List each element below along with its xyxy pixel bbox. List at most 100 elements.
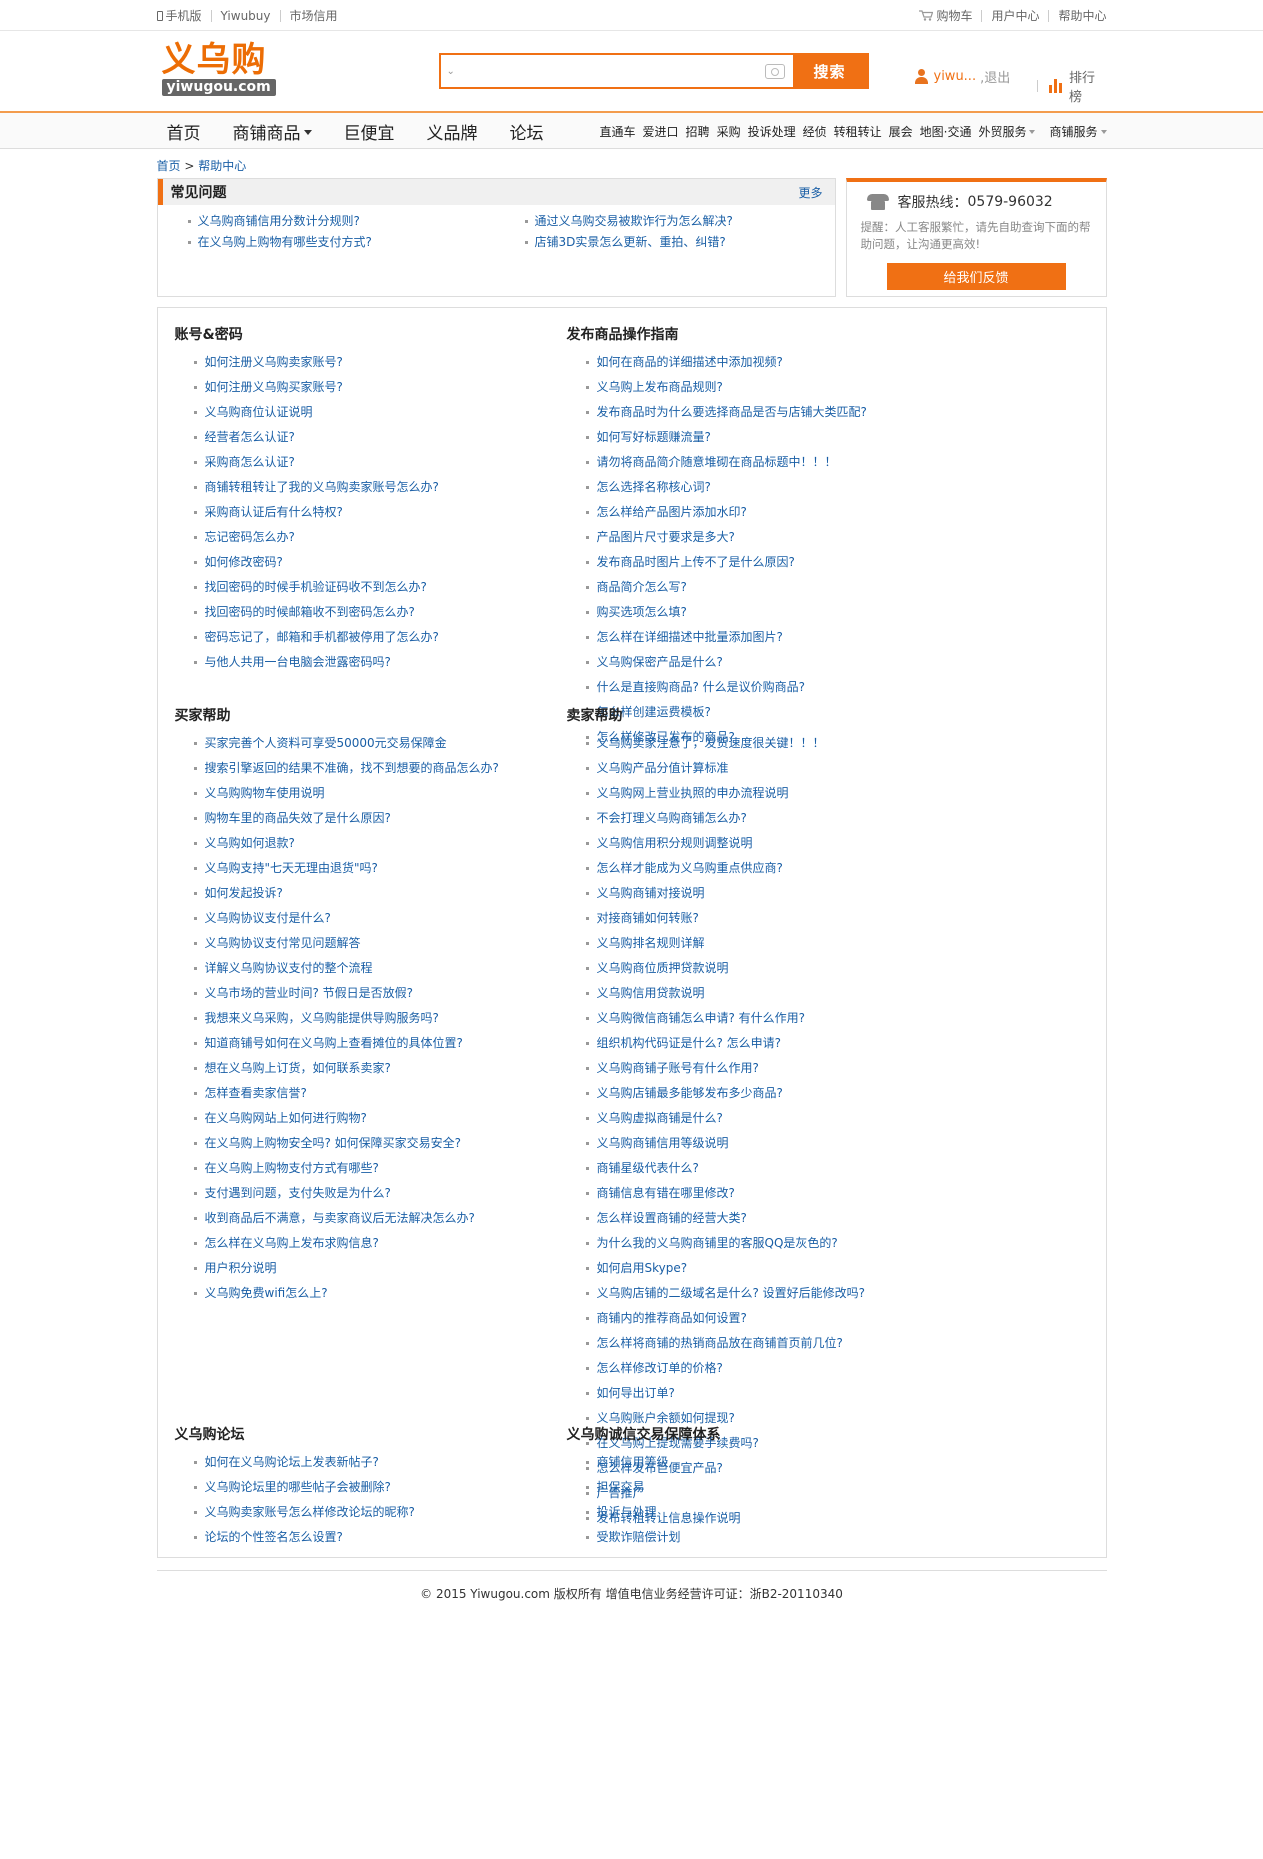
help-link[interactable]: 如何在义乌购论坛上发表新帖子? bbox=[193, 1450, 415, 1475]
help-link[interactable]: 义乌购卖家注意了，发货速度很关键！！！ bbox=[585, 731, 866, 756]
help-link[interactable]: 怎么样设置商铺的经营大类? bbox=[585, 1206, 866, 1231]
help-link[interactable]: 如何修改密码? bbox=[193, 550, 439, 575]
subnav-item[interactable]: 展会 bbox=[889, 123, 913, 140]
help-link[interactable]: 如何导出订单? bbox=[585, 1381, 866, 1406]
help-link[interactable]: 密码忘记了，邮箱和手机都被停用了怎么办? bbox=[193, 625, 439, 650]
help-link[interactable]: 详解义乌购协议支付的整个流程 bbox=[193, 956, 499, 981]
help-link[interactable]: 用户积分说明 bbox=[193, 1256, 499, 1281]
help-link[interactable]: 如何注册义乌购卖家账号? bbox=[193, 350, 439, 375]
help-link[interactable]: 义乌购商铺对接说明 bbox=[585, 881, 866, 906]
subnav-item[interactable]: 投诉处理 bbox=[748, 123, 796, 140]
help-link[interactable]: 什么是直接购商品? 什么是议价购商品? bbox=[585, 675, 867, 700]
subnav-item[interactable]: 爱进口 bbox=[643, 123, 679, 140]
subnav-item[interactable]: 地图·交通 bbox=[920, 123, 972, 140]
help-link[interactable]: 义乌购上发布商品规则? bbox=[585, 375, 867, 400]
breadcrumb-current[interactable]: 帮助中心 bbox=[198, 159, 246, 173]
help-link[interactable]: 义乌购网上营业执照的申办流程说明 bbox=[585, 781, 866, 806]
logout-link[interactable]: ,退出 bbox=[980, 67, 1010, 86]
help-link[interactable]: 担保交易 bbox=[585, 1475, 721, 1500]
help-link[interactable]: 怎么样修改订单的价格? bbox=[585, 1356, 866, 1381]
help-link[interactable]: 经营者怎么认证? bbox=[193, 425, 439, 450]
help-link[interactable]: 义乌购信用贷款说明 bbox=[585, 981, 866, 1006]
help-link[interactable]: 义乌购信用积分规则调整说明 bbox=[585, 831, 866, 856]
nav-cheap[interactable]: 巨便宜 bbox=[334, 119, 395, 144]
help-link[interactable]: 义乌购免费wifi怎么上? bbox=[193, 1281, 499, 1306]
ranking-link[interactable]: 排行榜 bbox=[1036, 67, 1107, 105]
help-link[interactable]: 在义乌购上购物支付方式有哪些? bbox=[193, 1156, 499, 1181]
help-link[interactable]: 义乌购产品分值计算标准 bbox=[585, 756, 866, 781]
market-credit-link[interactable]: 市场信用 bbox=[290, 7, 338, 24]
help-link[interactable]: 义乌购微信商铺怎么申请? 有什么作用? bbox=[585, 1006, 866, 1031]
subnav-item[interactable]: 经侦 bbox=[803, 123, 827, 140]
help-link[interactable]: 组织机构代码证是什么? 怎么申请? bbox=[585, 1031, 866, 1056]
help-link[interactable]: 商铺内的推荐商品如何设置? bbox=[585, 1306, 866, 1331]
camera-icon[interactable] bbox=[764, 63, 785, 79]
help-link[interactable]: 义乌购论坛里的哪些帖子会被删除? bbox=[193, 1475, 415, 1500]
help-link[interactable]: 商铺信息有错在哪里修改? bbox=[585, 1181, 866, 1206]
help-link[interactable]: 在义乌购网站上如何进行购物? bbox=[193, 1106, 499, 1131]
help-link[interactable]: 投诉与处理 bbox=[585, 1500, 721, 1525]
faq-item[interactable]: 在义乌购上购物有哪些支付方式? bbox=[187, 232, 525, 253]
faq-more-link[interactable]: 更多 bbox=[798, 184, 822, 201]
help-link[interactable]: 发布商品时图片上传不了是什么原因? bbox=[585, 550, 867, 575]
subnav-item[interactable]: 招聘 bbox=[686, 123, 710, 140]
help-link[interactable]: 收到商品后不满意，与卖家商议后无法解决怎么办? bbox=[193, 1206, 499, 1231]
help-link[interactable]: 为什么我的义乌购商铺里的客服QQ是灰色的? bbox=[585, 1231, 866, 1256]
help-link[interactable]: 义乌购商位认证说明 bbox=[193, 400, 439, 425]
help-link[interactable]: 如何写好标题赚流量? bbox=[585, 425, 867, 450]
faq-item[interactable]: 店铺3D实景怎么更新、重拍、纠错? bbox=[524, 232, 855, 253]
help-link[interactable]: 商铺信用等级 bbox=[585, 1450, 721, 1475]
faq-item[interactable]: 义乌购商铺信用分数计分规则? bbox=[187, 211, 525, 232]
search-button[interactable]: 搜索 bbox=[792, 55, 867, 87]
site-logo[interactable]: 义乌购 yiwugou.com bbox=[161, 40, 282, 100]
help-link[interactable]: 义乌购商铺信用等级说明 bbox=[585, 1131, 866, 1156]
help-link[interactable]: 怎么选择名称核心词? bbox=[585, 475, 867, 500]
help-link[interactable]: 如何在商品的详细描述中添加视频? bbox=[585, 350, 867, 375]
help-link[interactable]: 论坛的个性签名怎么设置? bbox=[193, 1525, 415, 1550]
help-link[interactable]: 知道商铺号如何在义乌购上查看摊位的具体位置? bbox=[193, 1031, 499, 1056]
username-link[interactable]: yiwu... bbox=[934, 69, 977, 84]
help-link[interactable]: 与他人共用一台电脑会泄露密码吗? bbox=[193, 650, 439, 675]
feedback-button[interactable]: 给我们反馈 bbox=[886, 263, 1066, 290]
nav-brand[interactable]: 义品牌 bbox=[417, 119, 478, 144]
nav-shop-goods[interactable]: 商铺商品 bbox=[223, 119, 312, 144]
subnav-shop-service-dropdown[interactable]: 商铺服务 bbox=[1049, 123, 1106, 140]
help-link[interactable]: 义乌购虚拟商铺是什么? bbox=[585, 1106, 866, 1131]
nav-home[interactable]: 首页 bbox=[157, 119, 201, 144]
help-link[interactable]: 义乌购店铺最多能够发布多少商品? bbox=[585, 1081, 866, 1106]
yiwubuy-link[interactable]: Yiwubuy bbox=[221, 9, 271, 23]
help-link[interactable]: 想在义乌购上订货，如何联系卖家? bbox=[193, 1056, 499, 1081]
help-link[interactable]: 义乌购保密产品是什么? bbox=[585, 650, 867, 675]
user-center-link[interactable]: 用户中心 bbox=[991, 7, 1039, 24]
help-link[interactable]: 找回密码的时候手机验证码收不到怎么办? bbox=[193, 575, 439, 600]
help-link[interactable]: 买家完善个人资料可享受50000元交易保障金 bbox=[193, 731, 499, 756]
help-center-link[interactable]: 帮助中心 bbox=[1058, 7, 1106, 24]
help-link[interactable]: 采购商认证后有什么特权? bbox=[193, 500, 439, 525]
help-link[interactable]: 义乌购支持"七天无理由退货"吗? bbox=[193, 856, 499, 881]
help-link[interactable]: 义乌购商位质押贷款说明 bbox=[585, 956, 866, 981]
mobile-link[interactable]: 手机版 bbox=[156, 7, 202, 24]
faq-item[interactable]: 通过义乌购交易被欺诈行为怎么解决? bbox=[524, 211, 855, 232]
help-link[interactable]: 如何发起投诉? bbox=[193, 881, 499, 906]
help-link[interactable]: 怎么样才能成为义乌购重点供应商? bbox=[585, 856, 866, 881]
help-link[interactable]: 支付遇到问题，支付失败是为什么? bbox=[193, 1181, 499, 1206]
cart-link[interactable]: 购物车 bbox=[919, 7, 972, 24]
help-link[interactable]: 我想来义乌采购，义乌购能提供导购服务吗? bbox=[193, 1006, 499, 1031]
help-link[interactable]: 义乌市场的营业时间? 节假日是否放假? bbox=[193, 981, 499, 1006]
help-link[interactable]: 义乌购购物车使用说明 bbox=[193, 781, 499, 806]
help-link[interactable]: 怎么样给产品图片添加水印? bbox=[585, 500, 867, 525]
help-link[interactable]: 义乌购卖家账号怎么样修改论坛的昵称? bbox=[193, 1500, 415, 1525]
help-link[interactable]: 受欺诈赔偿计划 bbox=[585, 1525, 721, 1550]
help-link[interactable]: 找回密码的时候邮箱收不到密码怎么办? bbox=[193, 600, 439, 625]
help-link[interactable]: 怎么样将商铺的热销商品放在商铺首页前几位? bbox=[585, 1331, 866, 1356]
help-link[interactable]: 义乌购协议支付是什么? bbox=[193, 906, 499, 931]
help-link[interactable]: 怎么样在义乌购上发布求购信息? bbox=[193, 1231, 499, 1256]
help-link[interactable]: 请勿将商品简介随意堆砌在商品标题中！！！ bbox=[585, 450, 867, 475]
help-link[interactable]: 义乌购排名规则详解 bbox=[585, 931, 866, 956]
help-link[interactable]: 商铺星级代表什么? bbox=[585, 1156, 866, 1181]
help-link[interactable]: 如何启用Skype? bbox=[585, 1256, 866, 1281]
help-link[interactable]: 如何注册义乌购买家账号? bbox=[193, 375, 439, 400]
subnav-item[interactable]: 采购 bbox=[717, 123, 741, 140]
help-link[interactable]: 忘记密码怎么办? bbox=[193, 525, 439, 550]
help-link[interactable]: 购买选项怎么填? bbox=[585, 600, 867, 625]
